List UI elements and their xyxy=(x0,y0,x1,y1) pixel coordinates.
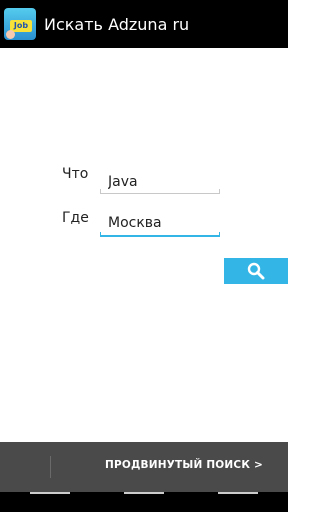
what-input[interactable] xyxy=(100,168,220,196)
app-logo-icon[interactable]: Job xyxy=(4,8,36,40)
search-icon xyxy=(247,262,265,280)
search-button[interactable] xyxy=(224,258,288,284)
system-nav-bar xyxy=(0,492,288,512)
nav-home[interactable] xyxy=(124,492,164,494)
bottom-divider xyxy=(50,456,51,478)
where-input-underline xyxy=(100,232,220,237)
where-label: Где xyxy=(62,210,89,226)
nav-back[interactable] xyxy=(30,492,70,494)
what-label: Что xyxy=(62,166,89,182)
hand-icon xyxy=(6,30,15,39)
action-bar: Job Искать Adzuna ru xyxy=(0,0,288,48)
advanced-search-link[interactable]: ПРОДВИНУТЫЙ ПОИСК > xyxy=(105,459,263,471)
what-input-underline xyxy=(100,189,220,194)
where-input[interactable] xyxy=(100,209,220,237)
app-title: Искать Adzuna ru xyxy=(44,14,190,34)
nav-recents[interactable] xyxy=(218,492,258,494)
